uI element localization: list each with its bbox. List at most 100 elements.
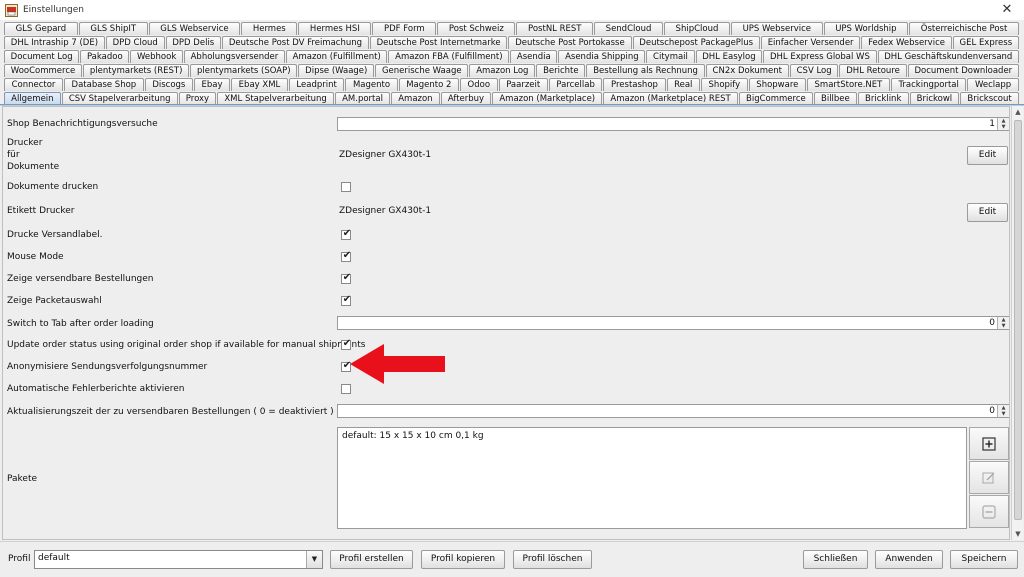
tab-hermes-hsi[interactable]: Hermes HSI (298, 22, 372, 35)
tab-ups-webservice[interactable]: UPS Webservice (730, 22, 823, 35)
close-button[interactable]: Schließen (803, 550, 868, 569)
packages-list[interactable]: default: 15 x 15 x 10 cm 0,1 kg (337, 427, 967, 529)
tab-odoo[interactable]: Odoo (459, 78, 498, 91)
tab-einfacher-versender[interactable]: Einfacher Versender (760, 36, 861, 49)
edit-package-button[interactable] (969, 461, 1009, 494)
tab-gls-webservice[interactable]: GLS Webservice (148, 22, 241, 35)
tab-ups-worldship[interactable]: UPS Worldship (823, 22, 909, 35)
tab-trackingportal[interactable]: Trackingportal (890, 78, 967, 91)
tab-gls-gepard[interactable]: GLS Gepard (4, 22, 78, 35)
tab-shopify[interactable]: Shopify (700, 78, 748, 91)
tab-sendcloud[interactable]: SendCloud (594, 22, 663, 35)
tab-amazon-fba-fulfillment[interactable]: Amazon FBA (Fulfillment) (388, 50, 510, 63)
tab-deutschepost-packageplus[interactable]: Deutschepost PackagePlus (632, 36, 760, 49)
tab-dpd-cloud[interactable]: DPD Cloud (105, 36, 165, 49)
apply-button[interactable]: Anwenden (875, 550, 943, 569)
tab-asendia-shipping[interactable]: Asendia Shipping (558, 50, 646, 63)
spinner-down-icon[interactable]: ▼ (998, 124, 1009, 130)
tab-pdf-form[interactable]: PDF Form (372, 22, 437, 35)
copy-profile-button[interactable]: Profil kopieren (421, 550, 505, 569)
tab-document-downloader[interactable]: Document Downloader (907, 64, 1019, 77)
spinner-buttons[interactable]: ▲ ▼ (997, 118, 1009, 130)
scroll-up-icon[interactable]: ▲ (1014, 108, 1022, 116)
tab-cn2x-dokument[interactable]: CN2x Dokument (705, 64, 789, 77)
chevron-down-icon[interactable]: ▼ (306, 551, 322, 568)
tab-dhl-easylog[interactable]: DHL Easylog (695, 50, 763, 63)
tab-plentymarkets-soap[interactable]: plentymarkets (SOAP) (190, 64, 298, 77)
tab-abholungsversender[interactable]: Abholungsversender (183, 50, 285, 63)
tab-amazon-log[interactable]: Amazon Log (469, 64, 536, 77)
tab-generische-waage[interactable]: Generische Waage (375, 64, 469, 77)
refresh-time-spinner[interactable]: 0 ▲ ▼ (337, 404, 1009, 418)
tab-dhl-geschäftskundenversand[interactable]: DHL Geschäftskundenversand (877, 50, 1019, 63)
shop-notify-spinner[interactable]: 1 ▲ ▼ (337, 117, 1009, 131)
tab-smartstore-net[interactable]: SmartStore.NET (806, 78, 890, 91)
remove-package-button[interactable] (969, 495, 1009, 528)
tab-berichte[interactable]: Berichte (536, 64, 586, 77)
tab-deutsche-post-portokasse[interactable]: Deutsche Post Portokasse (508, 36, 632, 49)
tab-discogs[interactable]: Discogs (144, 78, 193, 91)
tab-gls-shipit[interactable]: GLS ShipIT (78, 22, 148, 35)
tab-magento-2[interactable]: Magento 2 (398, 78, 459, 91)
show-package-select-checkbox[interactable]: ✔ (341, 294, 351, 306)
tab-dhl-express-global-ws[interactable]: DHL Express Global WS (763, 50, 877, 63)
tab-ebay[interactable]: Ebay (193, 78, 231, 91)
vertical-scrollbar[interactable]: ▲ ▼ (1011, 106, 1023, 540)
edit-label-printer-button[interactable]: Edit (967, 203, 1008, 222)
tab-magento[interactable]: Magento (345, 78, 398, 91)
tab-webhook[interactable]: Webhook (130, 50, 183, 63)
spinner-down-icon[interactable]: ▼ (998, 411, 1009, 417)
tab-bestellung-als-rechnung[interactable]: Bestellung als Rechnung (586, 64, 705, 77)
spinner-buttons[interactable]: ▲ ▼ (997, 317, 1009, 329)
scroll-down-icon[interactable]: ▼ (1014, 530, 1022, 538)
mouse-mode-checkbox[interactable]: ✔ (341, 250, 351, 262)
tab-paarzeit[interactable]: Paarzeit (498, 78, 548, 91)
tab-leadprint[interactable]: Leadprint (288, 78, 345, 91)
tab-ebay-xml[interactable]: Ebay XML (231, 78, 288, 91)
tab-real[interactable]: Real (666, 78, 700, 91)
add-package-button[interactable] (969, 427, 1009, 460)
tab-deutsche-post-dv-freimachung[interactable]: Deutsche Post DV Freimachung (222, 36, 369, 49)
tab-parcellab[interactable]: Parcellab (548, 78, 603, 91)
tab-dpd-delis[interactable]: DPD Delis (165, 36, 222, 49)
save-button[interactable]: Speichern (950, 550, 1018, 569)
tab-pakadoo[interactable]: Pakadoo (80, 50, 130, 63)
tab-amazon-fulfillment[interactable]: Amazon (Fulfillment) (285, 50, 388, 63)
tab-post-schweiz[interactable]: Post Schweiz (437, 22, 516, 35)
switch-tab-spinner[interactable]: 0 ▲ ▼ (337, 316, 1009, 330)
tab-gel-express[interactable]: GEL Express (952, 36, 1019, 49)
tab-database-shop[interactable]: Database Shop (63, 78, 144, 91)
close-icon[interactable]: ✕ (999, 2, 1015, 17)
tab-postnl-rest[interactable]: PostNL REST (516, 22, 594, 35)
tab-shopware[interactable]: Shopware (748, 78, 806, 91)
spinner-down-icon[interactable]: ▼ (998, 323, 1009, 329)
print-shiplabel-checkbox[interactable]: ✔ (341, 228, 351, 240)
tab-hermes[interactable]: Hermes (241, 22, 298, 35)
tab-asendia[interactable]: Asendia (510, 50, 558, 63)
scroll-thumb[interactable] (1014, 120, 1022, 520)
print-docs-checkbox[interactable] (341, 182, 351, 192)
create-profile-button[interactable]: Profil erstellen (330, 550, 413, 569)
tab-weclapp[interactable]: Weclapp (967, 78, 1019, 91)
tab-prestashop[interactable]: Prestashop (603, 78, 666, 91)
spinner-buttons[interactable]: ▲ ▼ (997, 405, 1009, 417)
tab-plentymarkets-rest[interactable]: plentymarkets (REST) (83, 64, 190, 77)
tab-citymail[interactable]: Citymail (646, 50, 695, 63)
delete-profile-button[interactable]: Profil löschen (513, 550, 592, 569)
profile-select[interactable]: default ▼ (34, 550, 323, 569)
tab-connector[interactable]: Connector (4, 78, 63, 91)
app-icon (5, 3, 18, 17)
tab-woocommerce[interactable]: WooCommerce (4, 64, 83, 77)
tab-deutsche-post-internetmarke[interactable]: Deutsche Post Internetmarke (369, 36, 508, 49)
tab-fedex-webservice[interactable]: Fedex Webservice (861, 36, 952, 49)
tab-dhl-retoure[interactable]: DHL Retoure (839, 64, 907, 77)
tab-österreichische-post[interactable]: Österreichische Post (909, 22, 1019, 35)
tab-csv-log[interactable]: CSV Log (789, 64, 839, 77)
edit-printer-docs-button[interactable]: Edit (967, 146, 1008, 165)
tab-document-log[interactable]: Document Log (4, 50, 80, 63)
auto-errors-checkbox[interactable] (341, 384, 351, 394)
tab-dhl-intraship-7-de[interactable]: DHL Intraship 7 (DE) (4, 36, 105, 49)
show-shippable-checkbox[interactable]: ✔ (341, 272, 351, 284)
tab-shipcloud[interactable]: ShipCloud (663, 22, 730, 35)
tab-dipse-waage[interactable]: Dipse (Waage) (298, 64, 375, 77)
